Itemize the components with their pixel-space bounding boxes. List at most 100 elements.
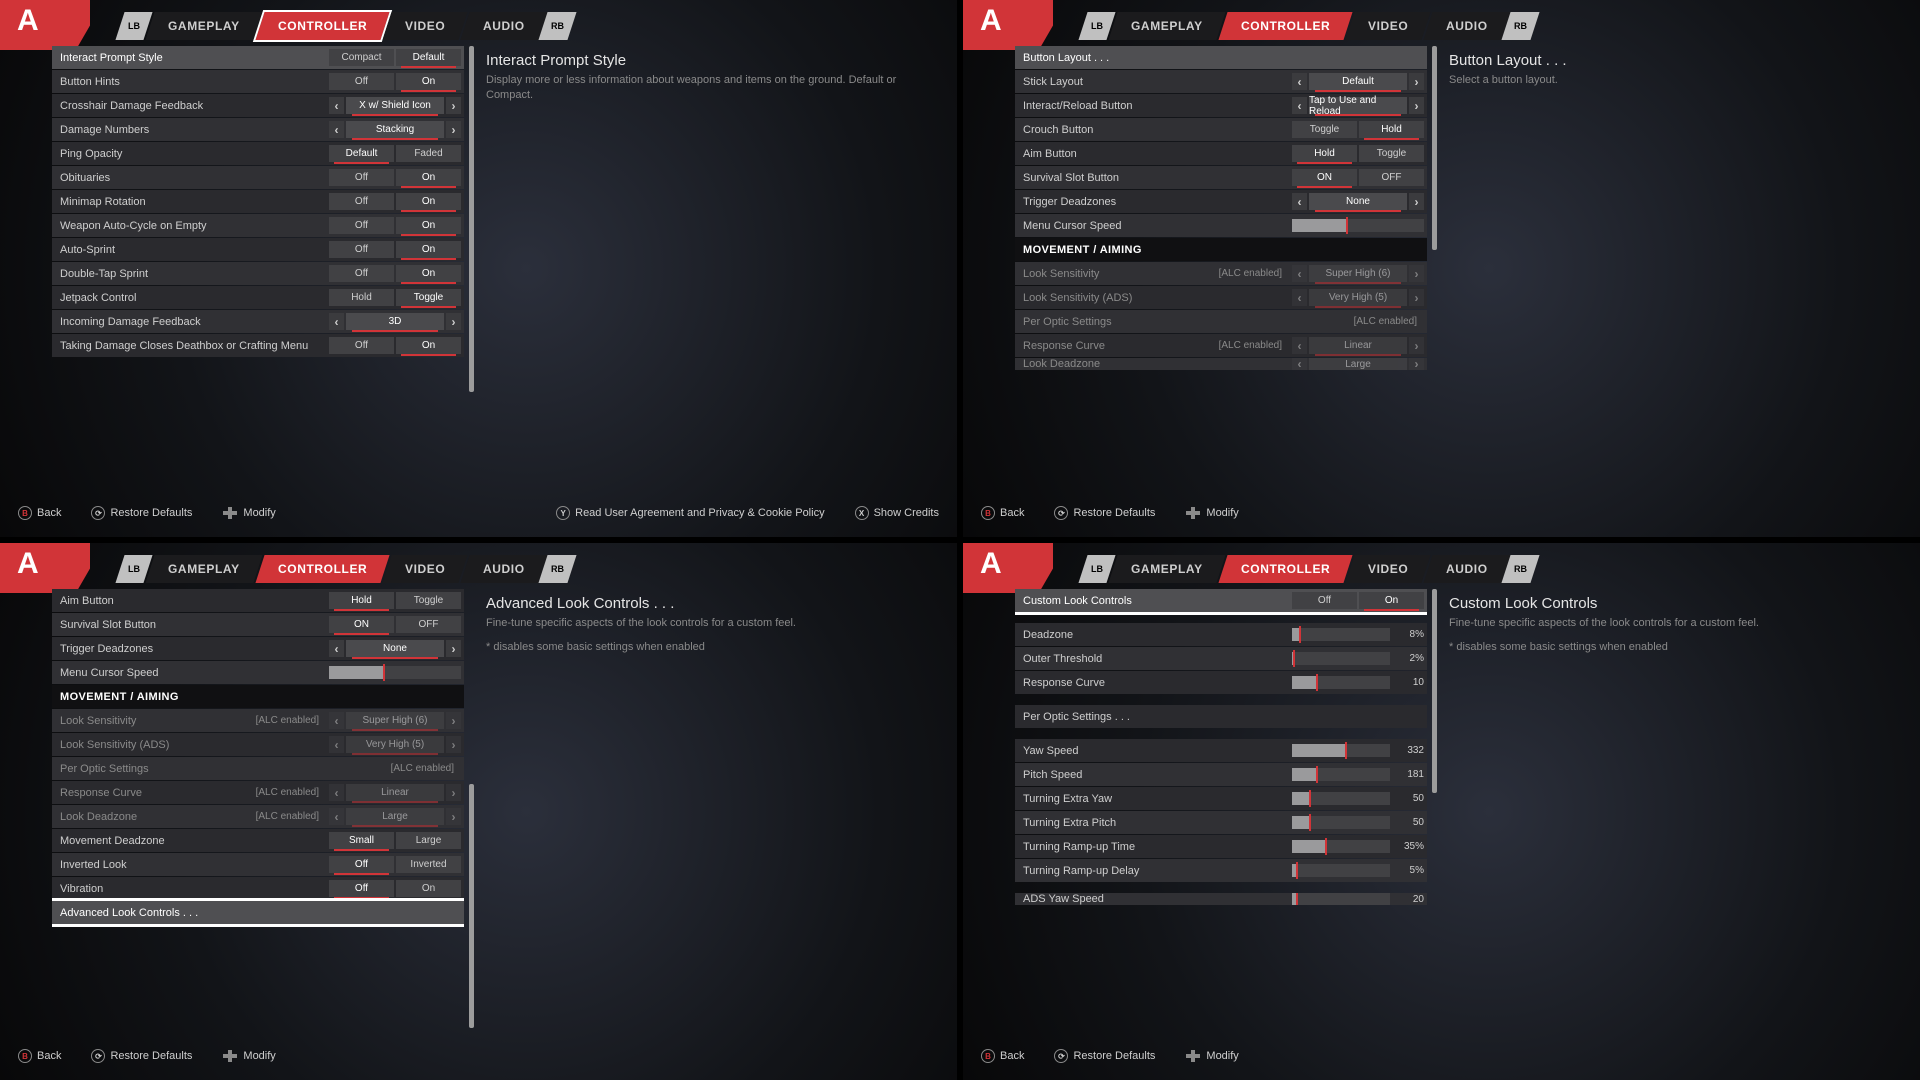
tab-controller[interactable]: CONTROLLER [1218, 12, 1352, 40]
setting-row[interactable]: Auto-Sprint OffOn [52, 238, 464, 261]
setting-row[interactable]: Look Deadzone ‹ Large › [1015, 358, 1427, 370]
stepper-left-icon[interactable]: ‹ [1292, 73, 1307, 90]
stepper-left-icon[interactable]: ‹ [1292, 337, 1307, 354]
footer-back[interactable]: BBack [18, 506, 61, 520]
stepper-right-icon[interactable]: › [446, 121, 461, 138]
footer-restore[interactable]: ⟳Restore Defaults [91, 506, 192, 520]
stepper-right-icon[interactable]: › [446, 808, 461, 825]
setting-row[interactable]: Button Hints OffOn [52, 70, 464, 93]
stepper-left-icon[interactable]: ‹ [329, 313, 344, 330]
slider-track[interactable] [1292, 864, 1390, 877]
tab-video[interactable]: VIDEO [382, 12, 467, 40]
setting-row[interactable]: Interact/Reload Button ‹ Tap to Use and … [1015, 94, 1427, 117]
stepper-left-icon[interactable]: ‹ [329, 808, 344, 825]
setting-row[interactable]: Look Deadzone [ALC enabled] ‹ Large › [52, 805, 464, 828]
toggle-option[interactable]: Off [329, 337, 394, 354]
tab-audio[interactable]: AUDIO [461, 555, 548, 583]
setting-row[interactable]: Look Sensitivity (ADS) ‹ Very High (5) › [1015, 286, 1427, 309]
slider-track[interactable] [1292, 652, 1390, 665]
toggle-option[interactable]: Faded [396, 145, 461, 162]
setting-row[interactable]: Damage Numbers ‹ Stacking › [52, 118, 464, 141]
setting-row[interactable]: Incoming Damage Feedback ‹ 3D › [52, 310, 464, 333]
slider-track[interactable] [1292, 840, 1390, 853]
tab-gameplay[interactable]: GAMEPLAY [1108, 12, 1225, 40]
setting-row[interactable]: Menu Cursor Speed [52, 661, 464, 684]
setting-row[interactable]: Response Curve 10 [1015, 671, 1427, 694]
stepper-right-icon[interactable]: › [1409, 337, 1424, 354]
setting-row[interactable]: Response Curve [ALC enabled] ‹ Linear › [1015, 334, 1427, 357]
setting-row[interactable]: Survival Slot Button ONOFF [52, 613, 464, 636]
toggle-option[interactable]: Off [329, 217, 394, 234]
setting-row[interactable]: Aim Button HoldToggle [52, 589, 464, 612]
setting-row[interactable]: Turning Extra Pitch 50 [1015, 811, 1427, 834]
toggle-option[interactable]: Toggle [396, 289, 461, 306]
stepper-left-icon[interactable]: ‹ [1292, 358, 1307, 370]
toggle-option[interactable]: Default [329, 145, 394, 162]
stepper-left-icon[interactable]: ‹ [329, 712, 344, 729]
tab-gameplay[interactable]: GAMEPLAY [145, 555, 262, 583]
footer-credits[interactable]: XShow Credits [855, 506, 939, 520]
setting-row[interactable]: Outer Threshold 2% [1015, 647, 1427, 670]
scrollbar[interactable] [469, 46, 474, 489]
toggle-option[interactable]: Inverted [396, 856, 461, 873]
tab-video[interactable]: VIDEO [1345, 12, 1430, 40]
stepper-right-icon[interactable]: › [446, 736, 461, 753]
setting-row[interactable]: Interact Prompt Style CompactDefault [52, 46, 464, 69]
toggle-option[interactable]: On [396, 265, 461, 282]
setting-row[interactable]: Movement Deadzone SmallLarge [52, 829, 464, 852]
footer-modify[interactable]: Modify [1185, 506, 1238, 520]
stepper-right-icon[interactable]: › [1409, 289, 1424, 306]
toggle-option[interactable]: OFF [1359, 169, 1424, 186]
tab-audio[interactable]: AUDIO [1424, 555, 1511, 583]
stepper-left-icon[interactable]: ‹ [329, 736, 344, 753]
stepper-right-icon[interactable]: › [1409, 265, 1424, 282]
toggle-option[interactable]: Off [329, 856, 394, 873]
tab-gameplay[interactable]: GAMEPLAY [145, 12, 262, 40]
slider-track[interactable] [1292, 893, 1390, 905]
setting-row[interactable]: Advanced Look Controls . . . [52, 901, 464, 924]
toggle-option[interactable]: OFF [396, 616, 461, 633]
setting-row[interactable]: Deadzone 8% [1015, 623, 1427, 646]
setting-row[interactable]: Inverted Look OffInverted [52, 853, 464, 876]
stepper-right-icon[interactable]: › [446, 97, 461, 114]
scrollbar[interactable] [1432, 589, 1437, 1032]
setting-row[interactable]: Crouch Button ToggleHold [1015, 118, 1427, 141]
toggle-option[interactable]: Toggle [396, 592, 461, 609]
tab-controller[interactable]: CONTROLLER [255, 12, 389, 40]
stepper-right-icon[interactable]: › [446, 784, 461, 801]
setting-row[interactable]: Yaw Speed 332 [1015, 739, 1427, 762]
stepper-right-icon[interactable]: › [1409, 358, 1424, 370]
footer-modify[interactable]: Modify [222, 506, 275, 520]
setting-row[interactable]: Obituaries OffOn [52, 166, 464, 189]
footer-back[interactable]: BBack [18, 1049, 61, 1063]
tab-video[interactable]: VIDEO [382, 555, 467, 583]
setting-row[interactable]: Stick Layout ‹ Default › [1015, 70, 1427, 93]
stepper-left-icon[interactable]: ‹ [1292, 97, 1307, 114]
toggle-option[interactable]: Hold [329, 592, 394, 609]
setting-row[interactable]: Weapon Auto-Cycle on Empty OffOn [52, 214, 464, 237]
setting-row[interactable]: Look Sensitivity [ALC enabled] ‹ Super H… [1015, 262, 1427, 285]
setting-row[interactable]: Double-Tap Sprint OffOn [52, 262, 464, 285]
setting-row[interactable]: Crosshair Damage Feedback ‹ X w/ Shield … [52, 94, 464, 117]
slider-track[interactable] [1292, 676, 1390, 689]
toggle-option[interactable]: On [396, 73, 461, 90]
toggle-option[interactable]: Large [396, 832, 461, 849]
setting-row[interactable]: Look Sensitivity [ALC enabled] ‹ Super H… [52, 709, 464, 732]
toggle-option[interactable]: On [396, 217, 461, 234]
toggle-option[interactable]: On [396, 169, 461, 186]
tab-gameplay[interactable]: GAMEPLAY [1108, 555, 1225, 583]
setting-row[interactable]: Button Layout . . . [1015, 46, 1427, 69]
toggle-option[interactable]: Off [329, 169, 394, 186]
toggle-option[interactable]: Hold [1359, 121, 1424, 138]
tab-audio[interactable]: AUDIO [461, 12, 548, 40]
toggle-option[interactable]: On [396, 241, 461, 258]
setting-row[interactable]: Custom Look Controls OffOn [1015, 589, 1427, 612]
toggle-option[interactable]: On [396, 880, 461, 897]
toggle-option[interactable]: Toggle [1292, 121, 1357, 138]
toggle-option[interactable]: Off [1292, 592, 1357, 609]
tab-controller[interactable]: CONTROLLER [255, 555, 389, 583]
stepper-right-icon[interactable]: › [1409, 97, 1424, 114]
toggle-option[interactable]: Toggle [1359, 145, 1424, 162]
stepper-right-icon[interactable]: › [1409, 73, 1424, 90]
toggle-option[interactable]: On [396, 193, 461, 210]
